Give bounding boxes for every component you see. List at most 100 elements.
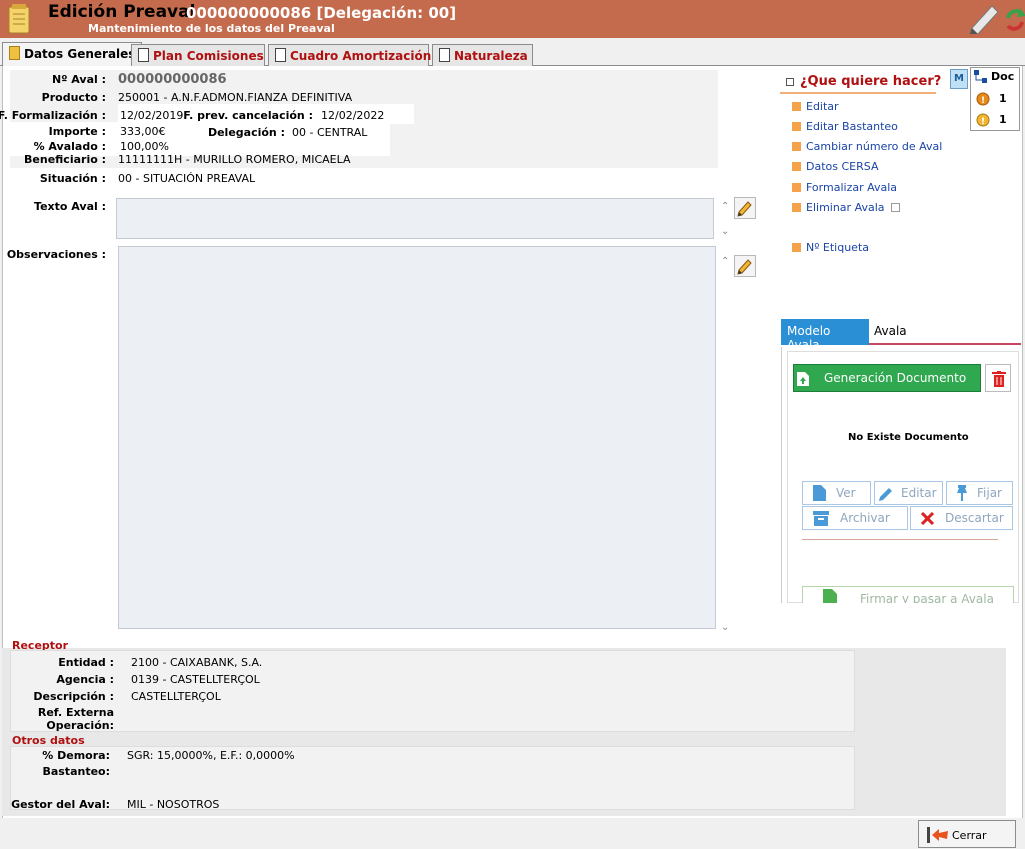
pencil-icon <box>737 201 752 217</box>
arrow-bullet-icon <box>792 142 801 151</box>
descartar-button[interactable]: Descartar <box>910 506 1013 530</box>
scroll-down-icon[interactable]: ⌄ <box>721 226 729 237</box>
action-datos-cersa[interactable]: Datos CERSA <box>792 160 878 173</box>
ref-externa-label: Ref. Externa <box>37 706 114 719</box>
action-editar-bastanteo[interactable]: Editar Bastanteo <box>792 120 898 133</box>
scroll-up-icon[interactable]: ⌃ <box>721 201 729 212</box>
arrow-bullet-icon <box>792 203 801 212</box>
gestor-label: Gestor del Aval: <box>11 798 110 811</box>
trash-icon <box>992 371 1006 387</box>
aval-value: 000000000086 <box>118 72 227 87</box>
importe-label: Importe : <box>48 125 106 138</box>
info-icon <box>890 203 900 212</box>
avalado-value: 100,00% <box>120 140 169 153</box>
importe-value: 333,00€ <box>120 125 166 138</box>
arrow-bullet-icon <box>792 183 801 192</box>
demora-value: SGR: 15,0000%, E.F.: 0,0000% <box>127 749 295 762</box>
m-icon[interactable]: M <box>950 69 968 89</box>
arrow-bullet-icon <box>792 162 801 171</box>
producto-label: Producto : <box>41 91 106 104</box>
collapse-icon[interactable] <box>786 78 794 86</box>
aval-label: Nº Aval : <box>52 73 106 86</box>
f-prev-cancelacion-value: 12/02/2022 <box>321 109 385 122</box>
firmar-pasar-avala-button[interactable]: Firmar y pasar a Avala <box>802 586 1014 603</box>
bastanteo-label: Bastanteo: <box>42 765 110 778</box>
document-icon <box>439 48 450 62</box>
action-label: Editar <box>806 100 839 113</box>
document-icon <box>138 48 149 62</box>
warning-badge-icon: ! <box>976 92 990 106</box>
button-label: Descartar <box>945 511 1004 525</box>
tab-avala[interactable]: Avala <box>874 324 907 338</box>
action-label: Eliminar Avala <box>806 201 885 214</box>
action-editar[interactable]: Editar <box>792 100 839 113</box>
texto-aval-textarea[interactable] <box>116 198 714 239</box>
beneficiario-label: Beneficiario : <box>24 153 106 166</box>
scroll-down-icon[interactable]: ⌄ <box>721 622 729 633</box>
edit-observaciones-button[interactable] <box>734 255 756 277</box>
button-label: Fijar <box>977 486 1002 500</box>
situacion-label: Situación : <box>39 172 106 185</box>
tab-datos-generales[interactable]: Datos Generales <box>2 42 143 67</box>
edit-pencil-icon[interactable] <box>968 2 1000 34</box>
delegacion-value: 00 - CENTRAL <box>292 126 368 139</box>
no-document-message: No Existe Documento <box>848 432 969 443</box>
delete-document-button[interactable] <box>985 364 1011 392</box>
actions-title: ¿Que quiere hacer? <box>800 74 942 89</box>
tab-label: Cuadro Amortización <box>290 49 432 63</box>
situacion-value: 00 - SITUACIÓN PREAVAL <box>118 172 256 185</box>
observaciones-textarea[interactable] <box>118 246 716 629</box>
close-icon <box>921 512 934 525</box>
field-background <box>10 168 718 192</box>
tab-cuadro-amortizacion[interactable]: Cuadro Amortización <box>268 44 432 66</box>
button-label: Firmar y pasar a Avala <box>860 592 994 603</box>
fijar-button[interactable]: Fijar <box>946 481 1013 505</box>
action-cambiar-numero[interactable]: Cambiar número de Aval <box>792 140 942 153</box>
tab-plan-comisiones[interactable]: Plan Comisiones <box>131 44 265 66</box>
alert-badge-icon: ! <box>976 113 990 127</box>
svg-text:!: ! <box>981 96 985 106</box>
generacion-documento-button[interactable]: Generación Documento <box>793 364 981 392</box>
hierarchy-icon <box>974 70 987 83</box>
edit-texto-aval-button[interactable] <box>734 197 756 219</box>
tab-naturaleza[interactable]: Naturaleza <box>432 44 533 66</box>
scroll-up-icon[interactable]: ⌃ <box>721 256 729 267</box>
f-prev-cancelacion-label: F. prev. cancelación : <box>183 109 313 122</box>
demora-label: % Demora: <box>42 749 110 762</box>
action-label: Formalizar Avala <box>806 181 898 194</box>
tab-label: Naturaleza <box>454 49 528 63</box>
beneficiario-value: 11111111H - MURILLO ROMERO, MICAELA <box>118 153 351 166</box>
pencil-icon <box>737 259 752 275</box>
descripcion-value: CASTELLTERÇOL <box>131 690 221 703</box>
button-label: Cerrar <box>952 829 987 842</box>
action-formalizar[interactable]: Formalizar Avala <box>792 181 897 194</box>
svg-text:!: ! <box>981 117 985 127</box>
archive-icon <box>813 511 829 526</box>
tab-modelo-avala[interactable]: Modelo Avala <box>781 319 869 352</box>
folder-icon <box>9 46 20 60</box>
gestor-value: MIL - NOSOTROS <box>127 798 220 811</box>
doc-title: Doc <box>991 70 1015 83</box>
archivar-button[interactable]: Archivar <box>802 506 908 530</box>
pencil-icon <box>879 488 892 501</box>
f-formalizacion-label: F. Formalización : <box>0 109 106 122</box>
action-label: Editar Bastanteo <box>806 120 898 133</box>
pin-icon <box>957 485 967 501</box>
operacion-label: Operación: <box>46 719 114 732</box>
window-subtitle: Mantenimiento de los datos del Preaval <box>88 22 335 35</box>
file-icon <box>813 485 826 501</box>
cerrar-button[interactable]: Cerrar <box>918 820 1016 848</box>
action-etiqueta[interactable]: Nº Etiqueta <box>792 241 869 254</box>
refresh-icon[interactable] <box>1004 6 1025 32</box>
action-eliminar[interactable]: Eliminar Avala <box>792 201 900 214</box>
doc-count-2: 1 <box>999 113 1007 126</box>
upload-document-icon <box>797 372 809 386</box>
editar-doc-button[interactable]: Editar <box>874 481 943 505</box>
descripcion-label: Descripción : <box>33 690 114 703</box>
notepad-icon <box>8 4 30 34</box>
window-title: Edición Preaval <box>48 2 196 22</box>
delegacion-label: Delegación : <box>207 126 285 139</box>
ver-button[interactable]: Ver <box>802 481 871 505</box>
tab-label: Datos Generales <box>24 47 136 61</box>
exit-icon <box>927 827 948 843</box>
